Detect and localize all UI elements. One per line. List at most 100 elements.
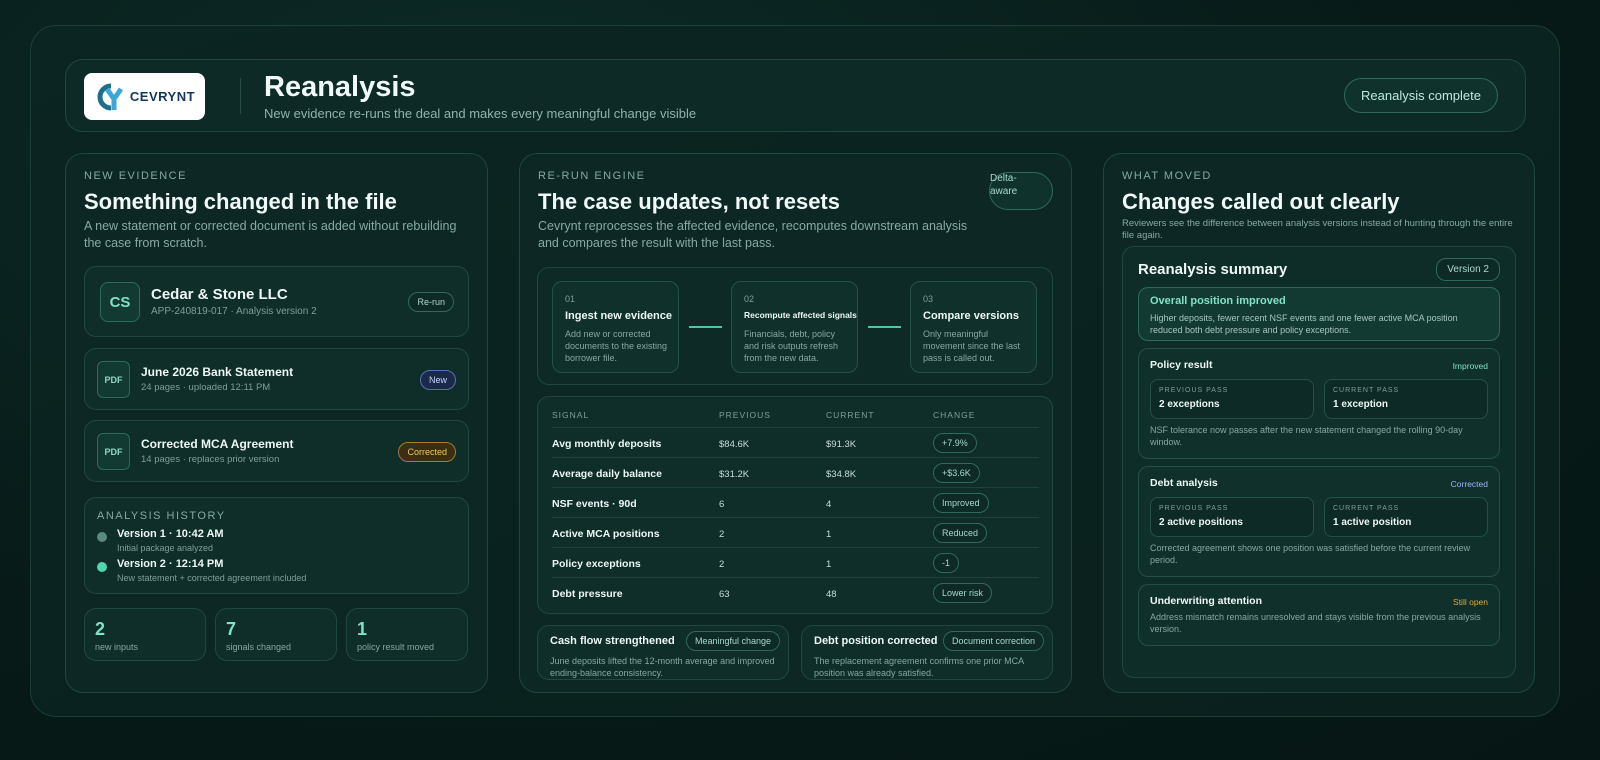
policy-result-section[interactable]: Policy result Improved PREVIOUS PASS 2 e… (1138, 348, 1500, 459)
history-item-version-1[interactable]: Version 1 · 10:42 AM Initial package ana… (97, 528, 224, 553)
page-title: Reanalysis (264, 71, 416, 103)
step-recompute[interactable]: 02 Recompute affected signals Financials… (731, 281, 858, 373)
page-subtitle: New evidence re-runs the deal and makes … (264, 106, 697, 121)
signal-name: NSF events · 90d (552, 498, 637, 510)
step-connector (868, 326, 901, 328)
table-row[interactable]: Active MCA positions 2 1 Reduced (552, 517, 1039, 547)
pdf-icon: PDF (97, 361, 130, 398)
doc-meta: 14 pages · replaces prior version (141, 454, 280, 465)
history-dot-icon (97, 532, 107, 542)
panel-title: Changes called out clearly (1122, 189, 1400, 214)
step-compare[interactable]: 03 Compare versions Only meaningful move… (910, 281, 1037, 373)
note-card-cash-flow[interactable]: Cash flow strengthened Meaningful change… (537, 625, 789, 680)
previous-pass-box: PREVIOUS PASS 2 exceptions (1150, 379, 1314, 419)
company-card[interactable]: CS Cedar & Stone LLC APP-240819-017 · An… (84, 266, 469, 337)
note-desc: The replacement agreement confirms one p… (814, 656, 1024, 678)
pass-label: PREVIOUS PASS (1159, 387, 1229, 394)
note-title: Cash flow strengthened (550, 635, 675, 647)
step-desc: Financials, debt, policy and risk output… (744, 329, 839, 363)
step-title: Recompute affected signals (744, 310, 857, 320)
panel-eyebrow: RE-RUN ENGINE (538, 170, 646, 182)
delta-aware-label: Delta-aware (990, 173, 1018, 197)
debt-analysis-section[interactable]: Debt analysis Corrected PREVIOUS PASS 2 … (1138, 466, 1500, 577)
step-number: 01 (565, 294, 576, 304)
section-title: Policy result (1150, 359, 1213, 371)
pass-label: CURRENT PASS (1333, 387, 1400, 394)
col-header-previous: PREVIOUS (719, 410, 771, 420)
table-row[interactable]: Avg monthly deposits $84.6K $91.3K +7.9% (552, 427, 1039, 457)
current-value: 1 (826, 559, 832, 570)
section-desc: NSF tolerance now passes after the new s… (1150, 425, 1463, 447)
step-connector (689, 326, 722, 328)
stat-label: new inputs (95, 642, 139, 652)
doc-meta: 24 pages · uploaded 12:11 PM (141, 382, 271, 393)
logo-text: CEVRYNT (129, 89, 196, 104)
section-desc: Corrected agreement shows one position w… (1150, 543, 1471, 565)
overall-desc: Higher deposits, fewer recent NSF events… (1150, 313, 1458, 335)
cevrynt-logo: CEVRYNT (84, 73, 205, 120)
underwriting-attention-section[interactable]: Underwriting attention Still open Addres… (1138, 584, 1500, 646)
section-title: Underwriting attention (1150, 595, 1262, 607)
rerun-badge: Re-run (408, 292, 454, 312)
panel-title: Something changed in the file (84, 189, 397, 214)
col-header-change: CHANGE (933, 410, 976, 420)
company-name: Cedar & Stone LLC (151, 286, 288, 303)
current-pass-box: CURRENT PASS 1 active position (1324, 497, 1488, 537)
note-badge: Document correction (942, 631, 1044, 651)
current-value: 4 (826, 499, 832, 510)
change-badge: -1 (933, 553, 960, 573)
reanalysis-status-button[interactable]: Reanalysis complete (1344, 78, 1498, 113)
previous-pass-box: PREVIOUS PASS 2 active positions (1150, 497, 1314, 537)
history-title: ANALYSIS HISTORY (97, 510, 226, 522)
summary-title: Reanalysis summary (1138, 261, 1288, 278)
previous-value: $84.6K (719, 439, 750, 450)
previous-value: 6 (719, 499, 725, 510)
doc-name: Corrected MCA Agreement (141, 437, 294, 451)
col-header-signal: SIGNAL (552, 410, 590, 420)
stat-number: 7 (226, 619, 237, 639)
panel-eyebrow: NEW EVIDENCE (84, 170, 187, 182)
doc-card-bank-statement[interactable]: PDF June 2026 Bank Statement 24 pages · … (84, 348, 469, 410)
history-item-title: Version 2 · 12:14 PM (117, 558, 224, 570)
history-item-sub: Initial package analyzed (117, 543, 214, 553)
overall-position-section: Overall position improved Higher deposit… (1138, 287, 1500, 341)
panel-description: Reviewers see the difference between ana… (1122, 218, 1513, 241)
step-desc: Only meaningful movement since the last … (923, 329, 1021, 363)
current-value: $34.8K (826, 469, 857, 480)
change-badge: +$3.6K (933, 463, 980, 483)
pass-label: CURRENT PASS (1333, 505, 1400, 512)
signal-name: Avg monthly deposits (552, 438, 662, 450)
company-meta: APP-240819-017 · Analysis version 2 (151, 306, 317, 317)
history-item-version-2[interactable]: Version 2 · 12:14 PM New statement + cor… (97, 558, 306, 583)
signals-table: SIGNAL PREVIOUS CURRENT CHANGE Avg month… (537, 396, 1053, 614)
section-status: Still open (1453, 597, 1488, 607)
pass-value: 1 exception (1333, 399, 1389, 410)
pass-value: 1 active position (1333, 517, 1412, 528)
corrected-badge: Corrected (398, 442, 456, 462)
page-header: CEVRYNT Reanalysis New evidence re-runs … (65, 59, 1526, 132)
current-value: $91.3K (826, 439, 857, 450)
change-badge: Lower risk (933, 583, 993, 603)
panel-description: Cevrynt reprocesses the affected evidenc… (538, 219, 968, 250)
signal-name: Average daily balance (552, 468, 662, 480)
pdf-icon: PDF (97, 433, 130, 470)
step-desc: Add new or corrected documents to the ex… (565, 329, 668, 363)
doc-name: June 2026 Bank Statement (141, 365, 294, 379)
stat-policy-result: 1 policy result moved (346, 608, 468, 661)
step-title: Compare versions (923, 310, 1019, 322)
panel-title: The case updates, not resets (538, 189, 840, 214)
table-row[interactable]: Average daily balance $31.2K $34.8K +$3.… (552, 457, 1039, 487)
table-row[interactable]: NSF events · 90d 6 4 Improved (552, 487, 1039, 517)
col-header-current: CURRENT (826, 410, 875, 420)
doc-card-mca-agreement[interactable]: PDF Corrected MCA Agreement 14 pages · r… (84, 420, 469, 482)
change-badge: +7.9% (933, 433, 977, 453)
table-row[interactable]: Policy exceptions 2 1 -1 (552, 547, 1039, 577)
note-card-debt-position[interactable]: Debt position corrected Document correct… (801, 625, 1053, 680)
section-status: Corrected (1450, 479, 1488, 489)
panel-eyebrow: WHAT MOVED (1122, 170, 1212, 182)
section-desc: Address mismatch remains unresolved and … (1150, 612, 1481, 634)
current-value: 1 (826, 529, 832, 540)
table-row[interactable]: Debt pressure 63 48 Lower risk (552, 577, 1039, 607)
step-ingest[interactable]: 01 Ingest new evidence Add new or correc… (552, 281, 679, 373)
overall-title: Overall position improved (1150, 295, 1286, 307)
